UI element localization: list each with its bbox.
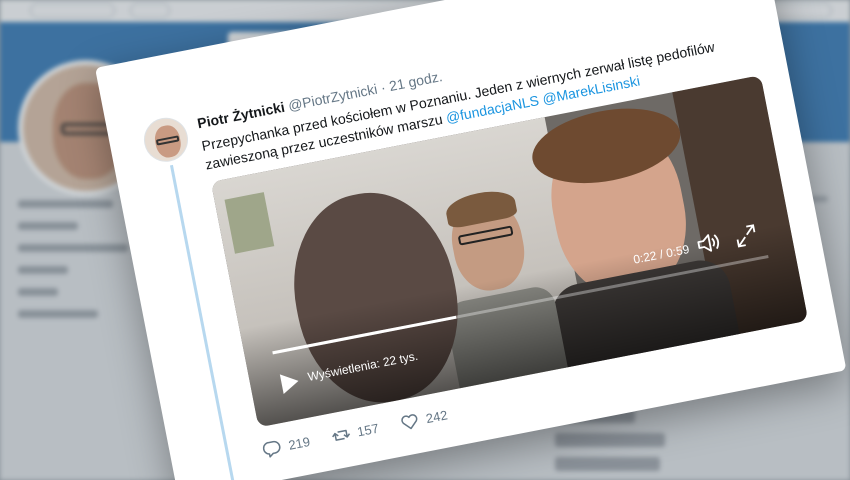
retweet-icon: [332, 429, 351, 441]
reply-button[interactable]: 219: [261, 432, 311, 460]
like-button[interactable]: 242: [399, 405, 449, 433]
reply-count: 219: [287, 433, 312, 453]
author-avatar[interactable]: [140, 113, 192, 166]
fullscreen-icon[interactable]: [733, 223, 759, 249]
reply-icon: [262, 440, 281, 458]
retweet-count: 157: [355, 420, 381, 440]
play-icon[interactable]: [277, 369, 303, 397]
like-count: 242: [424, 407, 449, 427]
retweet-button[interactable]: 157: [330, 419, 380, 447]
volume-icon[interactable]: [695, 230, 723, 256]
heart-icon: [401, 414, 418, 430]
